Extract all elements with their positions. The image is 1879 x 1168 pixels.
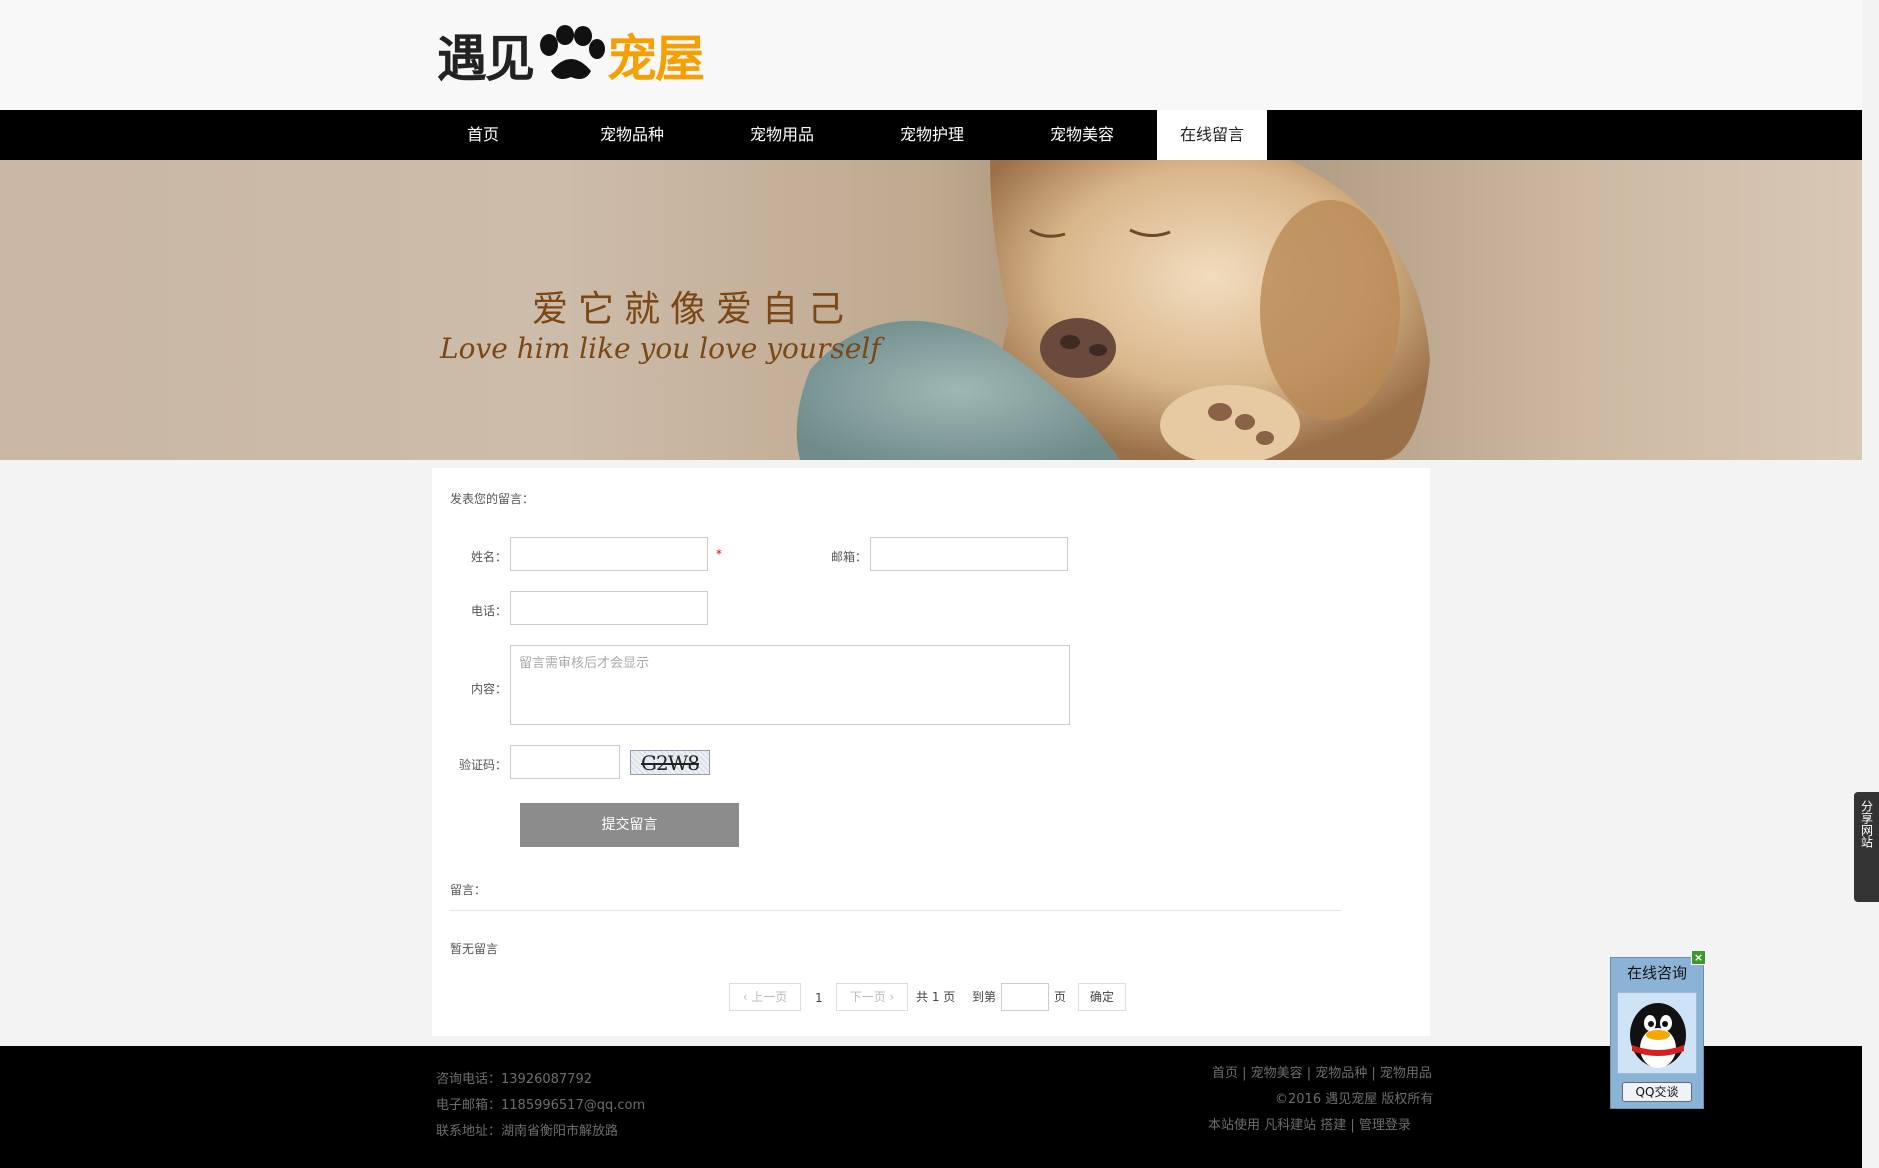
footer-phone: 咨询电话：13926087792 [436,1072,592,1087]
form-heading: 发表您的留言： [450,492,535,506]
footer-copyright: ©2016 遇见宠屋 版权所有 [1275,1092,1434,1107]
nav-item-care[interactable]: 宠物护理 [857,110,1007,160]
banner-slogan-en: Love him like you love yourself [440,332,881,365]
paw-icon [540,25,605,79]
nav-item-grooming[interactable]: 宠物美容 [1007,110,1157,160]
qq-chat-button[interactable]: QQ交谈 [1622,1082,1692,1102]
banner-slogan-cn: 爱它就像爱自己 [532,289,855,330]
current-page: 1 [815,991,823,1005]
site-logo[interactable]: 遇见 宠屋 [437,20,705,90]
phone-label: 电话： [470,604,507,618]
nav-item-breeds[interactable]: 宠物品种 [557,110,707,160]
empty-messages: 暂无留言 [450,942,499,956]
nav-item-home[interactable]: 首页 [437,110,557,160]
main-nav: 首页 宠物品种 宠物用品 宠物护理 宠物美容 在线留言 [0,110,1862,160]
captcha-image[interactable]: G2W8 [630,750,710,775]
banner: 爱它就像爱自己 Love him like you love yourself [0,160,1862,460]
page-suffix: 页 [1054,990,1067,1004]
footer-email: 电子邮箱：1185996517@qq.com [436,1098,646,1113]
footer: 咨询电话：13926087792 电子邮箱：1185996517@qq.com … [0,1046,1862,1168]
name-input[interactable] [510,537,708,571]
share-widget-label: 分享网站 [1859,800,1874,848]
sleeping-dog-illustration [796,160,1430,460]
required-mark: * [716,547,722,561]
footer-address: 联系地址：湖南省衡阳市解放路 [436,1124,619,1139]
captcha-input[interactable] [510,745,620,779]
page-number-input[interactable] [1001,983,1049,1011]
submit-button[interactable]: 提交留言 [520,803,739,847]
share-widget[interactable]: 分享网站 [1854,792,1879,902]
nav-item-supplies[interactable]: 宠物用品 [707,110,857,160]
captcha-label: 验证码： [458,758,507,772]
qq-consult-widget: × 在线咨询 QQ交谈 [1610,950,1706,1109]
footer-links[interactable]: 首页 | 宠物美容 | 宠物品种 | 宠物用品 [1212,1062,1432,1081]
name-label: 姓名： [470,550,507,564]
phone-input[interactable] [510,591,708,625]
nav-item-guestbook[interactable]: 在线留言 [1157,110,1267,160]
total-pages: 共 1 页 [916,990,956,1004]
qq-widget-title: 在线咨询 [1626,964,1687,982]
qq-penguin-icon [1617,992,1697,1074]
content-label: 内容： [470,682,507,696]
header: 遇见 宠屋 [0,0,1862,110]
email-input[interactable] [870,537,1068,571]
messages-heading: 留言： [450,883,487,897]
footer-powered-by[interactable]: 本站使用 凡科建站 搭建 | 管理登录 [1208,1114,1411,1133]
email-label: 邮箱： [830,550,867,564]
logo-text-a: 遇见 [437,30,535,88]
messages-divider [449,910,1342,911]
prev-page-button[interactable]: ‹ 上一页 [729,983,801,1011]
logo-text-b: 宠屋 [607,30,705,88]
next-page-button[interactable]: 下一页 › [836,983,908,1011]
confirm-page-button[interactable]: 确定 [1078,983,1126,1011]
goto-label: 到第 [972,990,997,1004]
content-textarea[interactable]: 留言需审核后才会显示 [510,645,1070,725]
